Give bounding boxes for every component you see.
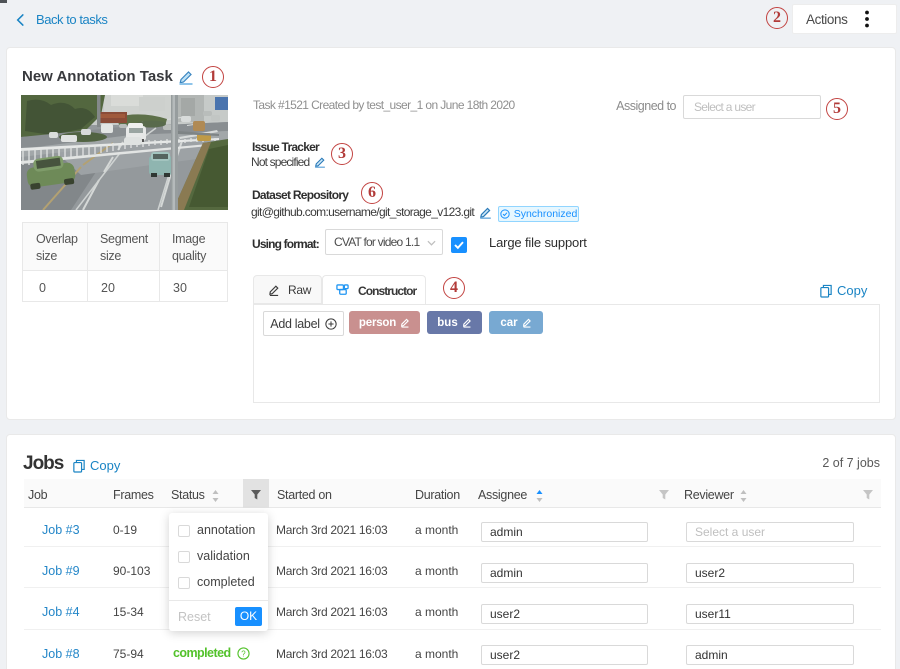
svg-text:?: ?	[241, 649, 246, 658]
